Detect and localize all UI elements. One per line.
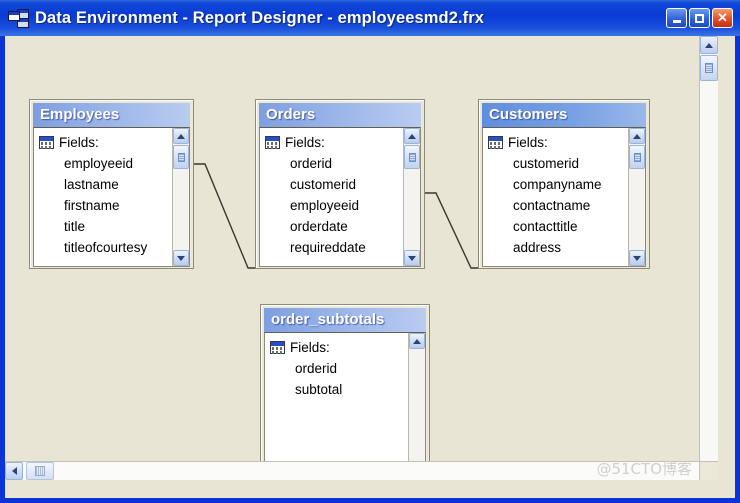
field-item[interactable]: requireddate (265, 237, 403, 258)
table-title: Customers (482, 103, 646, 127)
chevron-up-icon (413, 338, 421, 344)
table-icon (39, 136, 54, 149)
scrollbar-corner (699, 461, 718, 480)
panel-vertical-scrollbar[interactable] (408, 333, 425, 480)
scroll-grip-icon (408, 152, 416, 162)
panel-scroll-thumb[interactable] (629, 145, 645, 169)
close-icon: ✕ (717, 10, 728, 25)
fields-label: Fields: (290, 340, 330, 355)
field-list-container[interactable]: Fields: orderid customerid employeeid orderd… (259, 127, 421, 267)
scroll-grip-icon (705, 63, 713, 73)
table-title: Orders (259, 103, 421, 127)
table-panel-order_subtotals[interactable]: order_subtotals Fields: orderid subtotal (260, 304, 430, 480)
minimize-icon (672, 19, 681, 23)
table-panel-customers[interactable]: Customers Fields: customerid companyname con… (478, 99, 650, 269)
panel-scroll-down-button[interactable] (404, 250, 420, 266)
canvas-vertical-scrollbar[interactable] (699, 36, 718, 480)
fields-label: Fields: (508, 135, 548, 150)
table-panel-employees[interactable]: Employees Fields: employeeid lastname firstn… (29, 99, 194, 269)
panel-scroll-up-button[interactable] (409, 333, 425, 349)
chevron-up-icon (633, 133, 641, 139)
panel-scroll-up-button[interactable] (404, 128, 420, 144)
panel-scroll-up-button[interactable] (629, 128, 645, 144)
fields-root-row[interactable]: Fields: (270, 337, 408, 358)
field-item[interactable]: contactname (488, 195, 628, 216)
application-window: Data Environment - Report Designer - emp… (0, 0, 740, 503)
scroll-grip-icon (177, 152, 185, 162)
canvas-horizontal-scrollbar[interactable]: @51CTO博客 (5, 460, 718, 480)
fields-root-row[interactable]: Fields: (39, 132, 172, 153)
panel-scroll-up-button[interactable] (173, 128, 189, 144)
data-environment-canvas[interactable]: Employees Fields: employeeid lastname firstn… (5, 36, 718, 480)
table-title: Employees (33, 103, 190, 127)
chevron-up-icon (177, 133, 185, 139)
table-icon (270, 341, 285, 354)
field-item[interactable]: firstname (39, 195, 172, 216)
chevron-down-icon (408, 255, 416, 261)
horizontal-scroll-thumb[interactable] (26, 462, 54, 480)
field-item[interactable]: orderdate (265, 216, 403, 237)
chevron-up-icon (705, 42, 713, 48)
close-button[interactable]: ✕ (712, 8, 733, 28)
panel-scroll-down-button[interactable] (629, 250, 645, 266)
field-list-container[interactable]: Fields: employeeid lastname firstname title t… (33, 127, 190, 267)
field-list[interactable]: Fields: orderid customerid employeeid orderd… (260, 128, 403, 266)
title-bar[interactable]: Data Environment - Report Designer - emp… (0, 0, 740, 36)
field-list[interactable]: Fields: employeeid lastname firstname title t… (34, 128, 172, 266)
panel-scroll-thumb[interactable] (173, 145, 189, 169)
field-list[interactable]: Fields: orderid subtotal (265, 333, 408, 480)
table-panel-orders[interactable]: Orders Fields: orderid customerid employeeid… (255, 99, 425, 269)
field-item[interactable]: employeeid (265, 195, 403, 216)
panel-vertical-scrollbar[interactable] (403, 128, 420, 266)
field-item[interactable]: orderid (270, 358, 408, 379)
field-item[interactable]: lastname (39, 174, 172, 195)
client-area: Employees Fields: employeeid lastname firstn… (4, 36, 736, 499)
field-item[interactable]: title (39, 216, 172, 237)
fields-label: Fields: (285, 135, 325, 150)
window-controls: ✕ (666, 8, 735, 28)
fields-label: Fields: (59, 135, 99, 150)
field-list-container[interactable]: Fields: orderid subtotal (264, 332, 426, 480)
table-icon (488, 136, 503, 149)
maximize-icon (695, 13, 704, 23)
panel-scroll-down-button[interactable] (173, 250, 189, 266)
field-item[interactable]: address (488, 237, 628, 258)
field-item[interactable]: subtotal (270, 379, 408, 400)
field-item[interactable]: customerid (265, 174, 403, 195)
chevron-down-icon (633, 255, 641, 261)
table-title: order_subtotals (264, 308, 426, 332)
field-list-container[interactable]: Fields: customerid companyname contactname c… (482, 127, 646, 267)
field-item[interactable]: employeeid (39, 153, 172, 174)
panel-vertical-scrollbar[interactable] (172, 128, 189, 266)
scroll-grip-icon (35, 466, 45, 476)
field-item[interactable]: orderid (265, 153, 403, 174)
fields-root-row[interactable]: Fields: (488, 132, 628, 153)
field-item[interactable]: contacttitle (488, 216, 628, 237)
minimize-button[interactable] (666, 8, 687, 28)
panel-scroll-thumb[interactable] (404, 145, 420, 169)
employees-to-orders-link (194, 163, 255, 269)
chevron-left-icon (11, 467, 17, 475)
data-environment-icon (8, 9, 29, 28)
panel-vertical-scrollbar[interactable] (628, 128, 645, 266)
maximize-button[interactable] (689, 8, 710, 28)
orders-to-customers-link (425, 192, 478, 269)
chevron-down-icon (177, 255, 185, 261)
field-item[interactable]: customerid (488, 153, 628, 174)
field-item[interactable]: titleofcourtesy (39, 237, 172, 258)
chevron-up-icon (408, 133, 416, 139)
scroll-left-button[interactable] (5, 462, 23, 480)
window-title: Data Environment - Report Designer - emp… (35, 8, 485, 27)
fields-root-row[interactable]: Fields: (265, 132, 403, 153)
table-icon (265, 136, 280, 149)
vertical-scroll-thumb[interactable] (700, 55, 718, 81)
field-item[interactable]: companyname (488, 174, 628, 195)
scroll-grip-icon (633, 152, 641, 162)
field-list[interactable]: Fields: customerid companyname contactname c… (483, 128, 628, 266)
watermark: @51CTO博客 (596, 460, 692, 478)
scroll-up-button[interactable] (700, 36, 718, 54)
